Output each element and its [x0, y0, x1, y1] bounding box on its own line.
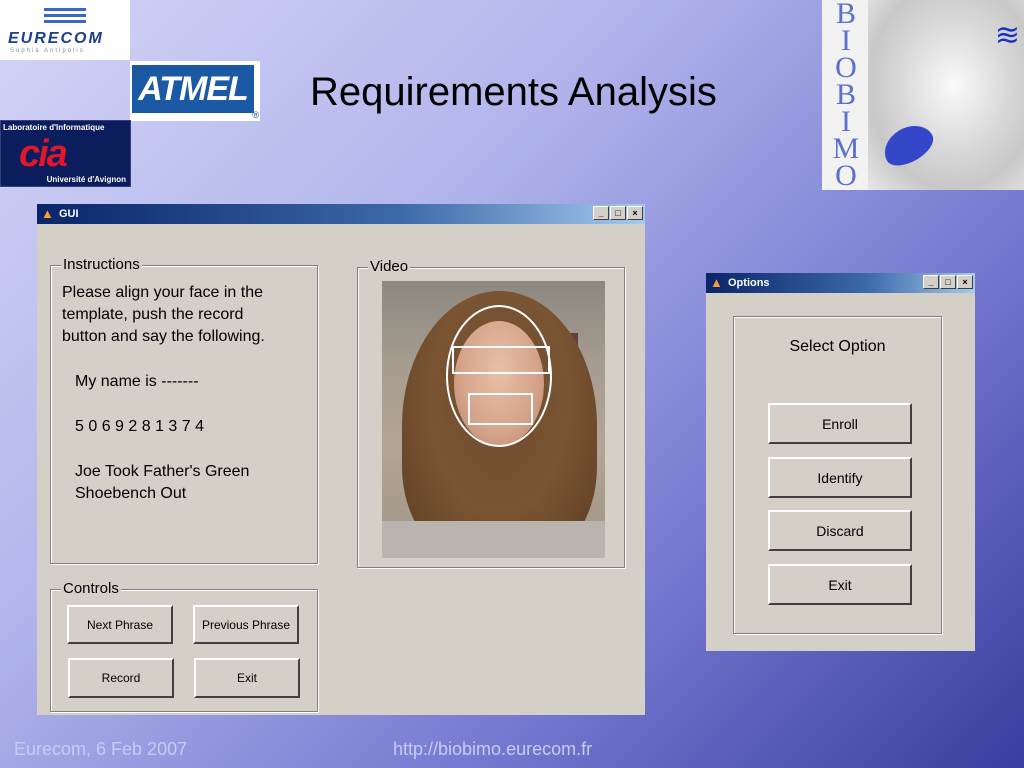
biobimo-logo-letters: B I O B I M O — [826, 0, 866, 192]
minimize-button[interactable]: _ — [923, 275, 939, 289]
instruction-line: button and say the following. — [62, 328, 265, 345]
gui-window: ▲ GUI _ □ × Instructions Please align yo… — [37, 204, 645, 715]
video-group: Video — [357, 258, 625, 568]
lia-logo-top-text: Laboratoire d'Informatique — [3, 123, 105, 132]
eyes-template-box — [452, 346, 550, 374]
next-phrase-button[interactable]: Next Phrase — [67, 605, 173, 644]
phrase-name: My name is ------- — [75, 373, 199, 390]
subject-shoulders — [382, 521, 605, 558]
eurecom-lines-icon — [44, 8, 86, 28]
eurecom-logo-text: EURECOM — [8, 30, 104, 47]
options-window: ▲ Options _ □ × Select Option Enroll Ide… — [706, 273, 975, 651]
exit-button[interactable]: Exit — [194, 658, 300, 698]
maximize-button[interactable]: □ — [610, 206, 626, 220]
identify-button[interactable]: Identify — [768, 457, 912, 498]
gui-window-title: GUI — [59, 208, 79, 220]
eurecom-logo-subtext: Sophia Antipolis — [10, 48, 85, 54]
mouth-template-box — [468, 393, 533, 425]
footer-date: Eurecom, 6 Feb 2007 — [14, 739, 188, 759]
matlab-icon: ▲ — [41, 206, 54, 221]
biobimo-letter: I — [841, 24, 851, 57]
phrase-digits: 5 0 6 9 2 8 1 3 7 4 — [75, 418, 204, 435]
minimize-button[interactable]: _ — [593, 206, 609, 220]
close-button[interactable]: × — [627, 206, 643, 220]
enroll-button[interactable]: Enroll — [768, 403, 912, 444]
controls-legend: Controls — [61, 580, 121, 597]
previous-phrase-button[interactable]: Previous Phrase — [193, 605, 299, 644]
instructions-group: Instructions Please align your face in t… — [50, 256, 318, 564]
options-window-title: Options — [728, 277, 770, 289]
options-exit-button[interactable]: Exit — [768, 564, 912, 605]
matlab-icon: ▲ — [710, 275, 723, 290]
biobimo-letter: O — [835, 159, 857, 192]
close-button[interactable]: × — [957, 275, 973, 289]
select-option-heading: Select Option — [789, 338, 886, 355]
biobimo-letter: I — [841, 105, 851, 138]
biobimo-logo: B I O B I M O ≋ — [822, 0, 1024, 192]
footer-url[interactable]: http://biobimo.eurecom.fr — [393, 739, 592, 760]
record-button[interactable]: Record — [68, 658, 174, 698]
video-legend: Video — [368, 258, 411, 275]
biobimo-letter: B — [835, 0, 856, 30]
maximize-button[interactable]: □ — [940, 275, 956, 289]
face-template-oval — [446, 305, 552, 447]
instructions-legend: Instructions — [61, 256, 142, 273]
controls-group: Controls Next Phrase Previous Phrase Rec… — [50, 580, 318, 712]
registered-mark: ® — [252, 110, 259, 120]
options-panel: Select Option Enroll Identify Discard Ex… — [733, 316, 942, 634]
biobimo-letter: O — [835, 51, 857, 84]
options-titlebar[interactable]: ▲ Options _ □ × — [706, 273, 975, 293]
phrase-sentence: Shoebench Out — [75, 485, 187, 502]
lia-logo-mark: cia — [19, 133, 68, 175]
lia-logo: Laboratoire d'Informatique cia Universit… — [0, 120, 131, 187]
phrase-sentence: Joe Took Father's Green — [75, 463, 250, 480]
video-feed — [382, 281, 605, 558]
lia-logo-bottom-text: Université d'Avignon — [46, 175, 126, 184]
biobimo-letter: M — [832, 132, 860, 165]
atmel-logo-text: ATMEL — [132, 65, 254, 113]
soundwave-icon: ≋ — [994, 19, 1020, 52]
slide-title: Requirements Analysis — [310, 70, 717, 114]
eurecom-logo: EURECOM Sophia Antipolis — [0, 0, 130, 60]
atmel-logo: ATMEL ® — [130, 61, 260, 121]
instruction-line: Please align your face in the — [62, 284, 264, 301]
gui-titlebar[interactable]: ▲ GUI _ □ × — [37, 204, 645, 224]
instruction-line: template, push the record — [62, 306, 244, 323]
biobimo-letter: B — [835, 78, 856, 111]
discard-button[interactable]: Discard — [768, 510, 912, 551]
